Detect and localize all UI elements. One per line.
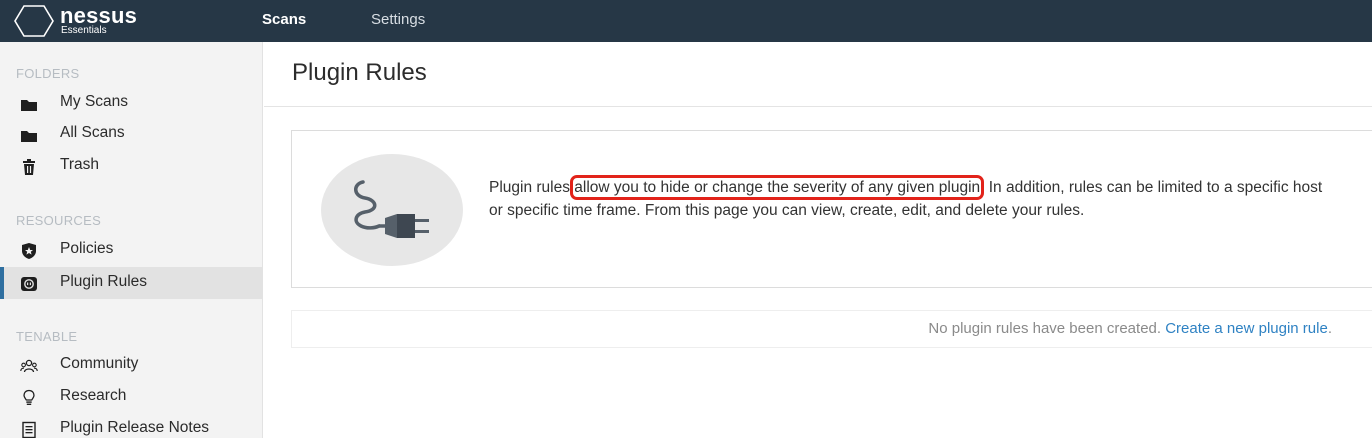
sidebar-item-label: My Scans xyxy=(60,93,129,110)
sidebar-item-label: All Scans xyxy=(60,124,125,141)
plug-icon xyxy=(354,180,429,238)
sidebar-item-my-scans[interactable]: My Scans xyxy=(0,87,262,119)
plugin-rules-description: Plugin rules allow you to hide or change… xyxy=(489,175,1339,222)
sidebar-item-trash[interactable]: Trash xyxy=(0,150,262,182)
section-tenable: TENABLE xyxy=(16,329,78,344)
sidebar-item-label: Plugin Release Notes xyxy=(60,419,210,436)
section-resources: RESOURCES xyxy=(16,213,102,228)
sidebar-item-policies[interactable]: Policies xyxy=(0,234,262,266)
hexagon-logo-icon xyxy=(14,5,54,37)
empty-state-bar: No plugin rules have been created. Creat… xyxy=(291,310,1372,348)
community-icon xyxy=(20,359,38,373)
sidebar-item-label: Policies xyxy=(60,240,114,257)
plug-illustration xyxy=(321,154,463,266)
plugin-rules-icon xyxy=(21,277,37,291)
sidebar-item-label: Plugin Rules xyxy=(60,273,148,290)
empty-state-message: No plugin rules have been created. Creat… xyxy=(928,320,1332,337)
nessus-logo[interactable]: nessus Essentials xyxy=(14,4,154,38)
lightbulb-icon xyxy=(23,389,35,405)
brand-edition: Essentials xyxy=(61,25,107,36)
sidebar-item-plugin-rules[interactable]: Plugin Rules xyxy=(0,267,262,299)
top-bar: nessus Essentials Scans Settings xyxy=(0,0,1372,42)
sidebar-item-all-scans[interactable]: All Scans xyxy=(0,118,262,150)
empty-state-period: . xyxy=(1327,320,1332,337)
create-plugin-rule-link[interactable]: Create a new plugin rule xyxy=(1165,320,1328,337)
sidebar-item-label: Community xyxy=(60,355,139,372)
tab-scans[interactable]: Scans xyxy=(262,11,306,28)
sidebar-item-label: Research xyxy=(60,387,127,404)
section-folders: FOLDERS xyxy=(16,66,80,81)
folder-icon xyxy=(21,100,37,111)
description-intro: Plugin rules xyxy=(489,179,575,196)
sidebar-item-label: Trash xyxy=(60,156,100,173)
sidebar: FOLDERS My Scans All Scans Trash RESOURC… xyxy=(0,42,263,438)
release-notes-icon xyxy=(22,421,36,438)
tab-settings[interactable]: Settings xyxy=(371,11,425,28)
empty-state-text: No plugin rules have been created. xyxy=(928,320,1166,337)
sidebar-item-community[interactable]: Community xyxy=(0,349,262,381)
highlighted-phrase: allow you to hide or change the severity… xyxy=(570,175,985,200)
sidebar-item-research[interactable]: Research xyxy=(0,381,262,413)
page-title: Plugin Rules xyxy=(292,59,427,86)
folder-icon xyxy=(21,131,37,142)
trash-icon xyxy=(23,159,35,175)
plugin-rules-info-panel: Plugin rules allow you to hide or change… xyxy=(291,130,1372,288)
policy-shield-icon xyxy=(22,243,36,259)
sidebar-item-plugin-release-notes[interactable]: Plugin Release Notes xyxy=(0,413,262,438)
title-divider xyxy=(264,106,1372,107)
